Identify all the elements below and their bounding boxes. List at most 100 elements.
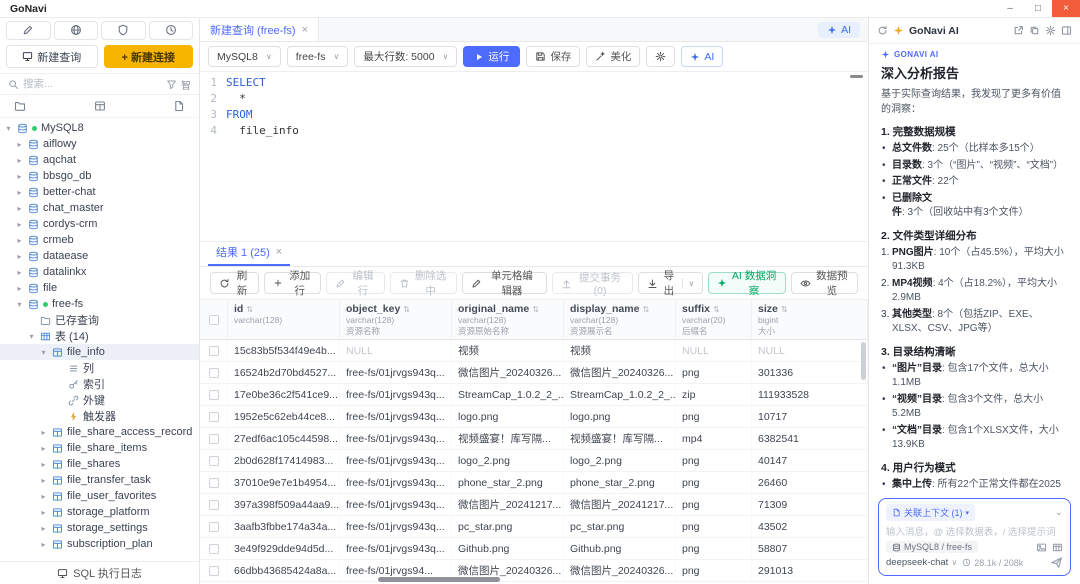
data-preview-button[interactable]: 数据预览 <box>791 272 858 294</box>
connection-select[interactable]: MySQL8∨ <box>208 46 281 67</box>
insert-table-button[interactable] <box>1052 542 1063 553</box>
cell-original-name[interactable]: logo.png <box>452 406 564 427</box>
tree-table-item[interactable]: ▸ file_user_favorites <box>0 488 199 504</box>
model-select[interactable]: deepseek-chat ∨ <box>886 557 957 568</box>
table-row[interactable]: 3e49f929dde94d5d... free-fs/01jrvgs943q.… <box>200 538 868 560</box>
cell-object-key[interactable]: free-fs/01jrvgs943q... <box>340 428 452 449</box>
beautify-button[interactable]: 美化 <box>586 46 640 67</box>
tree-connection-mysql8[interactable]: ▾ MySQL8 <box>0 120 199 136</box>
table-row[interactable]: 66dbb43685424a8a... free-fs/01jrvgs94...… <box>200 560 868 582</box>
horizontal-scrollbar[interactable] <box>378 577 500 582</box>
cell-object-key[interactable]: free-fs/01jrvgs943q... <box>340 406 452 427</box>
table-row[interactable]: 3aafb3fbbe174a34a... free-fs/01jrvgs943q… <box>200 516 868 538</box>
column-header-original-name[interactable]: original_name⇅ varchar(128) 资源原始名称 <box>452 300 564 339</box>
sort-icon[interactable]: ⇅ <box>246 305 253 314</box>
attach-image-button[interactable] <box>1036 542 1047 553</box>
row-checkbox[interactable] <box>209 522 219 532</box>
row-checkbox[interactable] <box>209 456 219 466</box>
table-row[interactable]: 17e0be36c2f541ce9... free-fs/01jrvgs943q… <box>200 384 868 406</box>
cell-suffix[interactable]: png <box>676 362 752 383</box>
cell-size[interactable]: 291013 <box>752 560 868 581</box>
cell-id[interactable]: 16524b2d70bd4527... <box>228 362 340 383</box>
cell-size[interactable]: 58807 <box>752 538 868 559</box>
cell-suffix[interactable]: mp4 <box>676 428 752 449</box>
run-button[interactable]: 运行 <box>463 46 520 67</box>
sort-icon[interactable]: ⇅ <box>642 305 649 314</box>
column-header-suffix[interactable]: suffix⇅ varchar(20) 后缀名 <box>676 300 752 339</box>
cell-size[interactable]: 71309 <box>752 494 868 515</box>
expand-arrow-icon[interactable]: ▸ <box>15 140 24 149</box>
cell-id[interactable]: 17e0be36c2f541ce9... <box>228 384 340 405</box>
vertical-scrollbar[interactable] <box>861 342 866 380</box>
cell-size[interactable]: 10717 <box>752 406 868 427</box>
cell-suffix[interactable]: png <box>676 472 752 493</box>
expand-arrow-icon[interactable]: ▸ <box>39 476 48 485</box>
tree-table-item[interactable]: ▸ file_shares <box>0 456 199 472</box>
cell-object-key[interactable]: NULL <box>340 340 452 361</box>
cell-suffix[interactable]: png <box>676 516 752 537</box>
expand-arrow-icon[interactable]: ▸ <box>15 156 24 165</box>
expand-arrow-icon[interactable]: ▾ <box>4 124 13 133</box>
editor-settings-button[interactable] <box>646 46 675 67</box>
cell-object-key[interactable]: free-fs/01jrvgs943q... <box>340 472 452 493</box>
expand-arrow-icon[interactable]: ▸ <box>39 540 48 549</box>
search-input[interactable] <box>23 78 162 90</box>
column-header-id[interactable]: id⇅ varchar(128) <box>228 300 340 339</box>
cell-id[interactable]: 15c83b5f534f49e4b... <box>228 340 340 361</box>
export-button[interactable]: 导出 ∨ <box>638 272 703 294</box>
panel-layout-button[interactable] <box>1061 25 1072 36</box>
folder-icon[interactable] <box>14 100 26 112</box>
open-external-button[interactable] <box>1013 25 1024 36</box>
cell-display-name[interactable]: 视频盛宴！库写隔... <box>564 428 676 449</box>
tree-database-item[interactable]: ▸ datalinkx <box>0 264 199 280</box>
minimize-button[interactable]: – <box>996 0 1024 17</box>
row-checkbox[interactable] <box>209 566 219 576</box>
expand-arrow-icon[interactable]: ▸ <box>15 220 24 229</box>
row-checkbox[interactable] <box>209 368 219 378</box>
row-checkbox[interactable] <box>209 346 219 356</box>
expand-arrow-icon[interactable]: ▸ <box>15 172 24 181</box>
tree-table-item[interactable]: ▸ storage_platform <box>0 504 199 520</box>
send-button[interactable] <box>1050 556 1063 569</box>
tab-close-icon[interactable]: × <box>302 24 308 36</box>
copy-button[interactable] <box>1029 25 1040 36</box>
cell-original-name[interactable]: 微信图片_20240326... <box>452 362 564 383</box>
tree-database-item[interactable]: ▸ aiflowy <box>0 136 199 152</box>
cell-size[interactable]: 40147 <box>752 450 868 471</box>
tree-database-item[interactable]: ▸ dataease <box>0 248 199 264</box>
expand-arrow-icon[interactable]: ▸ <box>15 284 24 293</box>
delete-selected-button[interactable]: 删除选中 <box>390 272 457 294</box>
table-row[interactable]: 1952e5c62eb44ce8... free-fs/01jrvgs943q.… <box>200 406 868 428</box>
tree-table-file-info[interactable]: ▾ file_info <box>0 344 199 360</box>
refresh-chat-button[interactable] <box>877 25 888 36</box>
cell-suffix[interactable]: png <box>676 538 752 559</box>
cell-id[interactable]: 1952e5c62eb44ce8... <box>228 406 340 427</box>
tree-database-item[interactable]: ▸ aqchat <box>0 152 199 168</box>
tree-database-item[interactable]: ▸ better-chat <box>0 184 199 200</box>
column-header-display-name[interactable]: display_name⇅ varchar(128) 资源展示名 <box>564 300 676 339</box>
tree-table-item[interactable]: ▸ file_share_access_record <box>0 424 199 440</box>
tree-table-item[interactable]: ▸ file_share_items <box>0 440 199 456</box>
chat-input[interactable]: 输入消息，@ 选择数据表，/ 选择提示词 <box>886 524 1063 538</box>
context-chip[interactable]: 关联上下文 (1) ▾ <box>886 504 975 521</box>
cell-size[interactable]: NULL <box>752 340 868 361</box>
cell-original-name[interactable]: 视频 <box>452 340 564 361</box>
expand-arrow-icon[interactable]: ▸ <box>39 444 48 453</box>
new-query-button[interactable]: 新建查询 <box>6 45 98 68</box>
select-all-checkbox[interactable] <box>209 315 219 325</box>
cell-original-name[interactable]: 视频盛宴！库写隔... <box>452 428 564 449</box>
cell-display-name[interactable]: 微信图片_20240326... <box>564 362 676 383</box>
cell-suffix[interactable]: png <box>676 450 752 471</box>
history-tool-button[interactable] <box>149 21 194 40</box>
table-icon[interactable] <box>94 100 106 112</box>
tree-tables-group[interactable]: ▾ 表 (14) <box>0 328 199 344</box>
sort-icon[interactable]: ⇅ <box>403 305 410 314</box>
cell-id[interactable]: 2b0d628f17414983... <box>228 450 340 471</box>
row-checkbox[interactable] <box>209 390 219 400</box>
editor-scrollbar[interactable] <box>850 75 863 78</box>
collapse-input-icon[interactable]: ⌄ <box>1055 508 1063 518</box>
row-checkbox[interactable] <box>209 544 219 554</box>
maximize-button[interactable]: □ <box>1024 0 1052 17</box>
expand-arrow-icon[interactable]: ▸ <box>39 492 48 501</box>
new-connection-button[interactable]: + 新建连接 <box>104 45 194 68</box>
